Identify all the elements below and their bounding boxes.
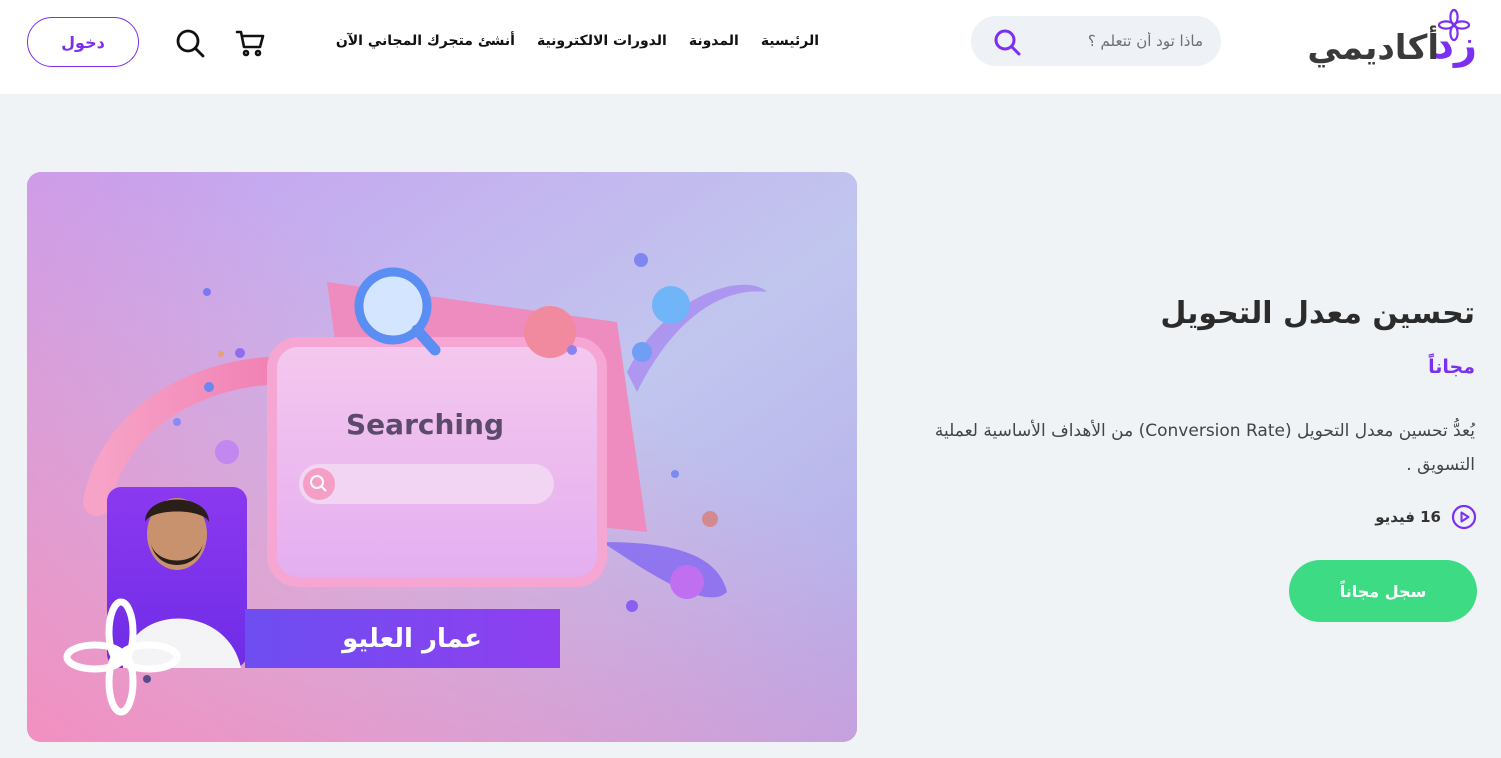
main-nav: الرئيسية المدونة الدورات الالكترونية أنش…	[336, 33, 819, 49]
login-button[interactable]: دخول	[27, 17, 139, 67]
search-input[interactable]	[1033, 16, 1203, 66]
course-illustration: Searching عمار العليو	[27, 172, 857, 742]
logo-text: أكاديمي	[1307, 28, 1440, 68]
register-free-button[interactable]: سجل مجاناً	[1289, 560, 1477, 622]
video-count: 16 فيديو	[1375, 504, 1477, 530]
instructor-name: عمار العليو	[340, 624, 482, 654]
course-title: تحسين معدل التحويل	[1160, 296, 1475, 331]
video-count-label: 16 فيديو	[1375, 508, 1441, 526]
nav-item-create-store[interactable]: أنشئ متجرك المجاني الآن	[336, 33, 515, 49]
site-header: زد أكاديمي الرئيسية المدونة الدورات الال…	[0, 0, 1501, 94]
searching-label: Searching	[346, 408, 504, 441]
cart-icon[interactable]	[234, 27, 266, 59]
nav-item-home[interactable]: الرئيسية	[761, 33, 819, 49]
search-icon[interactable]	[993, 28, 1021, 56]
nav-item-blog[interactable]: المدونة	[689, 33, 739, 49]
logo-mark: زد	[1433, 22, 1477, 68]
header-search-icon[interactable]	[174, 27, 206, 59]
nav-item-courses[interactable]: الدورات الالكترونية	[537, 33, 667, 49]
course-price: مجاناً	[1428, 356, 1475, 378]
site-logo[interactable]: زد أكاديمي	[1292, 8, 1477, 74]
play-icon	[1451, 504, 1477, 530]
course-description: يُعدُّ تحسين معدل التحويل (Conversion Ra…	[934, 421, 1475, 475]
course-thumbnail[interactable]: Searching عمار العليو	[27, 172, 857, 742]
search-bar	[971, 16, 1221, 66]
